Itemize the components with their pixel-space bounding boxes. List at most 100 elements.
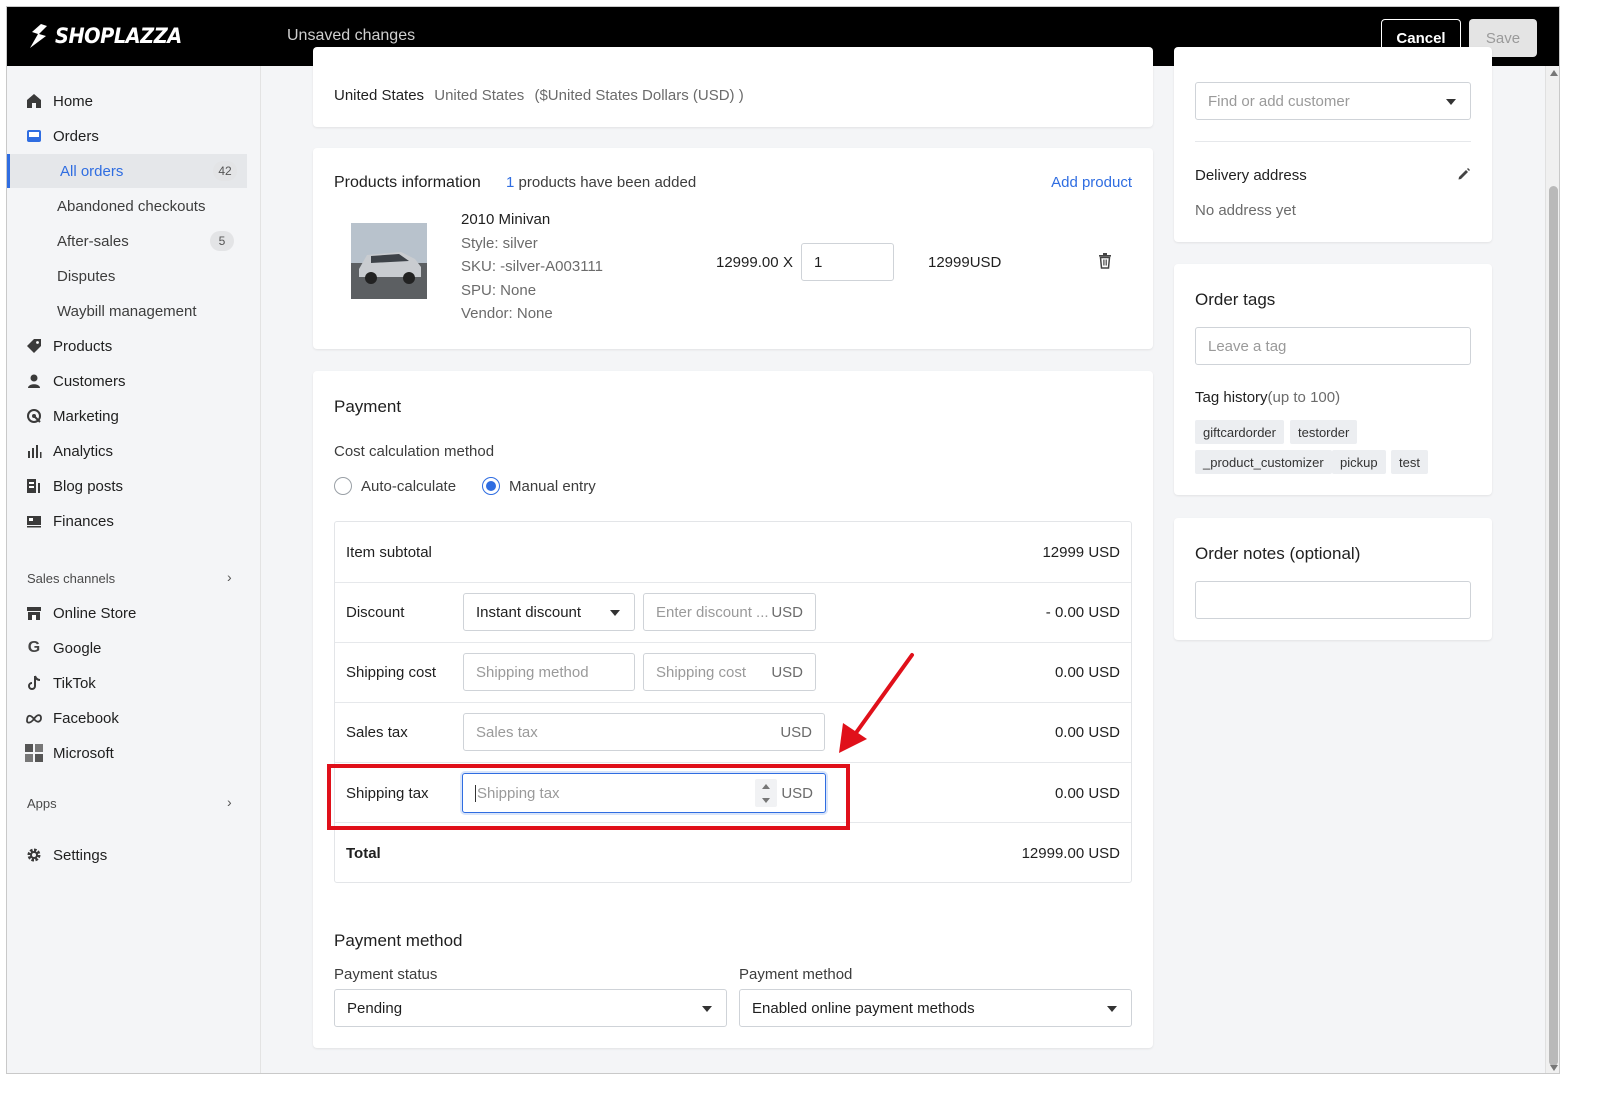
chevron-right-icon[interactable]: › [227, 794, 232, 810]
person-icon [25, 372, 43, 390]
sidebar-item-customers[interactable]: Customers [7, 364, 247, 398]
sidebar-item-after-sales[interactable]: After-sales 5 [7, 224, 247, 258]
product-sku: SKU: -silver-A003111 [461, 258, 604, 275]
products-count-suffix: products have been added [518, 174, 697, 191]
cost-method-label: Cost calculation method [334, 443, 495, 460]
shipping-tax-value: 0.00 USD [1054, 785, 1120, 802]
apps-header[interactable]: Apps [27, 796, 57, 811]
sidebar-item-facebook[interactable]: Facebook [7, 701, 247, 735]
logo-text: SHOPLAZZA [55, 24, 182, 48]
shipping-cost-placeholder: Shipping cost [656, 663, 747, 681]
subtotal-label: Item subtotal [346, 544, 432, 561]
edit-pencil-icon[interactable] [1457, 167, 1471, 185]
scroll-down-icon[interactable] [1550, 1065, 1558, 1071]
tag-placeholder: Leave a tag [1208, 337, 1287, 355]
tag-input[interactable]: Leave a tag [1195, 327, 1471, 365]
sales-channels-header[interactable]: Sales channels [27, 571, 115, 586]
sidebar-item-blog-posts[interactable]: Blog posts [7, 469, 247, 503]
product-line-total: 12999USD [928, 254, 1002, 271]
payment-card: Payment Cost calculation method Auto-cal… [313, 371, 1153, 1048]
tag-history-limit: (up to 100) [1267, 389, 1341, 406]
shipping-cost-label: Shipping cost [346, 664, 437, 681]
times-sign: X [783, 254, 794, 271]
tag-chip[interactable]: pickup [1332, 450, 1386, 474]
highlight-box [327, 764, 850, 830]
products-card: Products information 1 products have bee… [313, 148, 1153, 349]
tiktok-icon [25, 674, 43, 692]
market-row: United States United States ($United Sta… [334, 87, 744, 104]
marketing-icon [25, 407, 43, 425]
payment-method-select[interactable]: Enabled online payment methods [739, 989, 1132, 1027]
customer-placeholder: Find or add customer [1208, 92, 1350, 110]
sidebar-item-products[interactable]: Products [7, 329, 247, 363]
sidebar-item-label: Waybill management [57, 302, 197, 320]
tag-chip[interactable]: test [1391, 450, 1428, 474]
products-count: 1 [506, 174, 515, 191]
sidebar-item-analytics[interactable]: Analytics [7, 434, 247, 468]
home-icon [25, 92, 43, 110]
sidebar-item-marketing[interactable]: Marketing [7, 399, 247, 433]
payment-status-select[interactable]: Pending [334, 989, 727, 1027]
shipping-cost-input[interactable]: Shipping cost USD [643, 653, 816, 691]
customer-card: Find or add customer Delivery address No… [1174, 47, 1492, 242]
payment-title: Payment [334, 397, 402, 416]
tag-icon [25, 337, 43, 355]
order-notes-input[interactable] [1195, 581, 1471, 619]
manual-entry-radio[interactable] [482, 477, 500, 495]
caret-down-icon [1107, 1006, 1117, 1012]
discount-type-select[interactable]: Instant discount [463, 593, 635, 631]
store-icon [25, 604, 43, 622]
auto-calculate-radio[interactable] [334, 477, 352, 495]
products-count-text: 1 products have been added [506, 174, 696, 191]
divider [335, 762, 1131, 763]
scroll-up-icon[interactable] [1550, 70, 1558, 76]
sidebar-item-home[interactable]: Home [7, 84, 247, 118]
sidebar-item-waybill-management[interactable]: Waybill management [7, 294, 247, 328]
sidebar-item-tiktok[interactable]: TikTok [7, 666, 247, 700]
sales-tax-input[interactable]: Sales tax USD [463, 713, 825, 751]
tag-chip[interactable]: _product_customizer [1195, 450, 1332, 474]
tag-history-label: Tag history(up to 100) [1195, 389, 1340, 406]
product-thumbnail[interactable] [351, 223, 427, 299]
scrollbar[interactable] [1545, 66, 1559, 1073]
count-badge: 5 [210, 231, 234, 251]
quantity-input[interactable]: 1 [801, 243, 894, 281]
order-notes-title: Order notes (optional) [1195, 544, 1361, 563]
currency-suffix: USD [780, 723, 812, 741]
auto-calculate-label[interactable]: Auto-calculate [361, 478, 456, 495]
chevron-right-icon[interactable]: › [227, 569, 232, 585]
sidebar-item-orders[interactable]: Orders [7, 119, 247, 153]
product-name: 2010 Minivan [461, 211, 551, 228]
sidebar-item-all-orders[interactable]: All orders 42 [7, 154, 247, 188]
sidebar-item-label: Marketing [53, 407, 119, 425]
discount-amount-input[interactable]: Enter discount ... USD [643, 593, 816, 631]
add-product-link[interactable]: Add product [1051, 174, 1132, 191]
shoplazza-logo[interactable]: SHOPLAZZA [27, 23, 193, 49]
scrollbar-thumb[interactable] [1549, 186, 1558, 1066]
product-spu: SPU: None [461, 281, 537, 299]
sidebar-item-google[interactable]: G Google [7, 631, 247, 665]
customer-search-select[interactable]: Find or add customer [1195, 82, 1471, 120]
shipping-method-input[interactable]: Shipping method [463, 653, 635, 691]
shipping-cost-value: 0.00 USD [1054, 664, 1120, 681]
microsoft-icon [25, 744, 43, 762]
tag-chip[interactable]: giftcardorder [1195, 420, 1284, 444]
market-detail: United States [434, 87, 525, 104]
sidebar-item-microsoft[interactable]: Microsoft [7, 736, 247, 770]
total-value: 12999.00 USD [1021, 845, 1120, 862]
tag-chip[interactable]: testorder [1290, 420, 1358, 444]
sidebar-item-label: All orders [60, 162, 124, 180]
sidebar-item-disputes[interactable]: Disputes [7, 259, 247, 293]
sidebar-item-abandoned-checkouts[interactable]: Abandoned checkouts [7, 189, 247, 223]
sidebar-item-online-store[interactable]: Online Store [7, 596, 247, 630]
red-arrow-annotation [839, 653, 914, 753]
manual-entry-label[interactable]: Manual entry [509, 478, 596, 495]
order-tags-title: Order tags [1195, 290, 1276, 309]
sidebar-item-settings[interactable]: Settings [7, 838, 247, 872]
trash-icon[interactable] [1098, 253, 1112, 273]
divider [335, 582, 1131, 583]
caret-down-icon [610, 610, 620, 616]
sidebar-item-label: Microsoft [53, 744, 114, 762]
payment-method-value: Enabled online payment methods [752, 999, 975, 1017]
sidebar-item-finances[interactable]: Finances [7, 504, 247, 538]
